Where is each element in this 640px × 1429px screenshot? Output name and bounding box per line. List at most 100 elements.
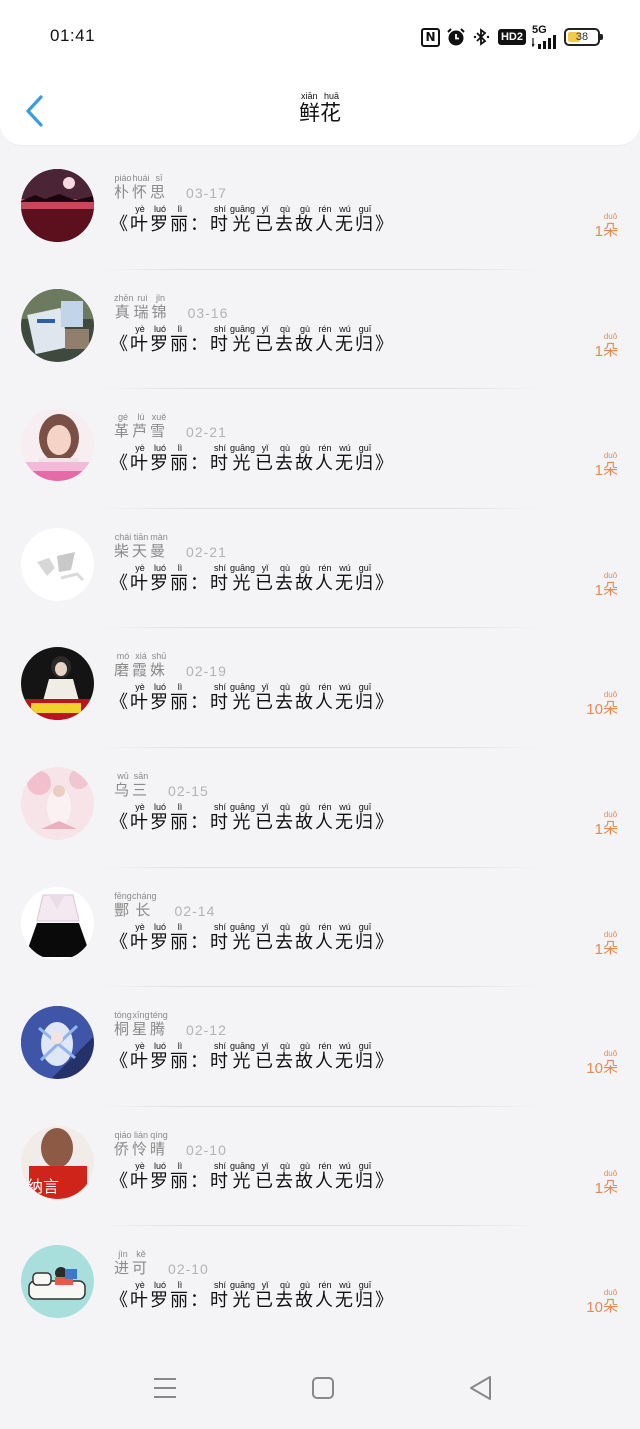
list-item[interactable]: 桐tóng星xīng腾téng 02-12 《叶yè罗luó丽lì：时shí光guā… [0, 987, 640, 1107]
flower-unit: 朵 [602, 1058, 618, 1077]
user-name: 真zhēn瑞ruì锦jǐn [114, 292, 170, 321]
flower-count-value: 10 [586, 1060, 603, 1078]
name-line: 酆fēng长cháng 02-14 [114, 890, 216, 920]
page-title-pinyin: xiān huā [299, 91, 341, 101]
gift-date: 02-21 [186, 543, 227, 560]
triangle-back-icon [470, 1376, 491, 1400]
top-bar: 01:41 N HD2 5G 38 鲜花xiān huā [0, 0, 640, 146]
name-line: 真zhēn瑞ruì锦jǐn 03-16 [114, 292, 229, 322]
page-title: 鲜花xiān huā [0, 91, 640, 127]
list-item[interactable]: 纳言 侨qiáo怜lián晴qíng 02-10 《叶yè罗luó丽lì：时shí光g… [0, 1107, 640, 1227]
user-name: 侨qiáo怜lián晴qíng [114, 1129, 169, 1158]
list-item[interactable]: 真zhēn瑞ruì锦jǐn 03-16 《叶yè罗luó丽lì：时shí光guāng… [0, 270, 640, 390]
system-nav-bar [0, 1343, 640, 1429]
list-item[interactable]: 进jìn可kě 02-10 《叶yè罗luó丽lì：时shí光guāng已yǐ去qù… [0, 1226, 640, 1346]
flower-record-list: 朴piáo怀huái思sī 03-17 《叶yè罗luó丽lì：时shí光guāng… [0, 150, 640, 1346]
flower-unit-pinyin: duǒ [602, 1288, 618, 1298]
battery-level: 38 [575, 31, 589, 43]
flower-unit-pinyin: duǒ [602, 809, 618, 819]
alarm-icon [446, 27, 466, 47]
user-name: 进jìn可kě [114, 1249, 151, 1278]
name-line: 乌wū三sān 02-15 [114, 771, 209, 800]
flower-count: 1 朵duǒ [595, 332, 618, 360]
flower-count-value: 1 [594, 342, 603, 360]
flower-unit: 朵 [602, 938, 618, 957]
work-title: 《叶yè罗luó丽lì：时shí光guāng已yǐ去qù故gù人rén无wú归g… [110, 682, 396, 714]
work-title: 《叶yè罗luó丽lì：时shí光guāng已yǐ去qù故gù人rén无wú归g… [110, 1041, 396, 1073]
name-line: 朴piáo怀huái思sī 03-17 [114, 173, 227, 202]
avatar[interactable] [21, 1006, 94, 1080]
list-item[interactable]: 柴chái天tiān曼màn 02-21 《叶yè罗luó丽lì：时shí光guān… [0, 509, 640, 629]
list-item[interactable]: 朴piáo怀huái思sī 03-17 《叶yè罗luó丽lì：时shí光guāng… [0, 150, 640, 270]
work-title: 《叶yè罗luó丽lì：时shí光guāng已yǐ去qù故gù人rén无wú归g… [110, 562, 396, 594]
work-title: 《叶yè罗luó丽lì：时shí光guāng已yǐ去qù故gù人rén无wú归g… [110, 204, 396, 235]
status-time: 01:41 [50, 26, 96, 45]
flower-unit-pinyin: duǒ [602, 1049, 618, 1059]
work-title: 《叶yè罗luó丽lì：时shí光guāng已yǐ去qù故gù人rén无wú归g… [110, 1280, 396, 1312]
avatar[interactable] [21, 527, 94, 601]
flower-unit: 朵 [602, 818, 618, 837]
work-title: 《叶yè罗luó丽lì：时shí光guāng已yǐ去qù故gù人rén无wú归g… [110, 323, 396, 355]
name-line: 磨mó霞xiá姝shū 02-19 [114, 651, 227, 680]
avatar[interactable] [21, 886, 94, 960]
user-name: 革gé芦lú雪xuě [114, 412, 169, 441]
flower-unit-pinyin: duǒ [602, 690, 618, 700]
flower-count-value: 1 [594, 462, 603, 480]
gift-date: 03-16 [187, 304, 229, 321]
work-title: 《叶yè罗luó丽lì：时shí光guāng已yǐ去qù故gù人rén无wú归g… [110, 921, 396, 953]
gift-date: 02-19 [186, 663, 227, 680]
home-icon [312, 1377, 334, 1399]
battery-icon: 38 [564, 28, 603, 46]
flower-unit-pinyin: duǒ [602, 570, 618, 580]
nfc-icon: N [420, 27, 440, 47]
gift-date: 02-21 [186, 424, 227, 441]
flower-unit: 朵 [602, 699, 618, 718]
menu-button[interactable] [150, 1373, 180, 1403]
flower-unit: 朵 [602, 340, 618, 359]
flower-count: 1 朵duǒ [595, 1169, 618, 1197]
home-button[interactable] [308, 1373, 338, 1403]
flower-unit-pinyin: duǒ [602, 331, 618, 341]
svg-text:纳言: 纳言 [27, 1177, 59, 1196]
gift-date: 02-12 [186, 1022, 227, 1039]
work-title: 《叶yè罗luó丽lì：时shí光guāng已yǐ去qù故gù人rén无wú归g… [110, 443, 396, 475]
avatar[interactable] [21, 408, 94, 482]
status-bar: 01:41 N HD2 5G 38 [0, 0, 640, 74]
flower-count: 10 朵duǒ [586, 1288, 618, 1316]
work-title: 《叶yè罗luó丽lì：时shí光guāng已yǐ去qù故gù人rén无wú归g… [110, 801, 396, 833]
list-item[interactable]: 磨mó霞xiá姝shū 02-19 《叶yè罗luó丽lì：时shí光guāng已y… [0, 628, 640, 748]
list-item[interactable]: 酆fēng长cháng 02-14 《叶yè罗luó丽lì：时shí光guāng已y… [0, 868, 640, 988]
user-name: 酆fēng长cháng [114, 890, 157, 919]
name-line: 侨qiáo怜lián晴qíng 02-10 [114, 1129, 227, 1159]
avatar[interactable] [21, 288, 94, 362]
signal-icon: 5G [532, 25, 558, 49]
bluetooth-icon [472, 27, 492, 47]
flower-count-value: 1 [594, 940, 603, 958]
gift-date: 02-15 [168, 782, 209, 799]
flower-count: 10 朵duǒ [586, 690, 618, 718]
flower-count-value: 1 [594, 820, 603, 838]
gift-date: 02-10 [168, 1261, 209, 1278]
page-title-text: 鲜花 [299, 101, 341, 125]
flower-unit: 朵 [602, 1177, 618, 1196]
flower-unit-pinyin: duǒ [602, 1168, 618, 1178]
hd-voice-badge: HD2 [497, 29, 526, 45]
avatar[interactable] [21, 169, 94, 242]
flower-count: 1 朵duǒ [595, 930, 618, 958]
user-name: 桐tóng星xīng腾téng [114, 1010, 169, 1039]
flower-count-value: 1 [594, 581, 603, 599]
gift-date: 02-14 [174, 902, 216, 919]
list-item[interactable]: 乌wū三sān 02-15 《叶yè罗luó丽lì：时shí光guāng已yǐ去qù… [0, 748, 640, 868]
flower-count: 1 朵duǒ [595, 571, 618, 599]
flower-unit: 朵 [602, 460, 618, 479]
network-type: 5G [532, 24, 547, 36]
flower-unit: 朵 [602, 1297, 618, 1316]
avatar[interactable] [21, 1245, 94, 1319]
avatar[interactable]: 纳言 [21, 1125, 94, 1199]
avatar[interactable] [21, 766, 94, 840]
list-item[interactable]: 革gé芦lú雪xuě 02-21 《叶yè罗luó丽lì：时shí光guāng已yǐ… [0, 389, 640, 509]
flower-unit-pinyin: duǒ [602, 929, 618, 939]
avatar[interactable] [21, 647, 94, 721]
flower-count: 1 朵duǒ [595, 451, 618, 479]
back-nav-button[interactable] [466, 1373, 496, 1403]
